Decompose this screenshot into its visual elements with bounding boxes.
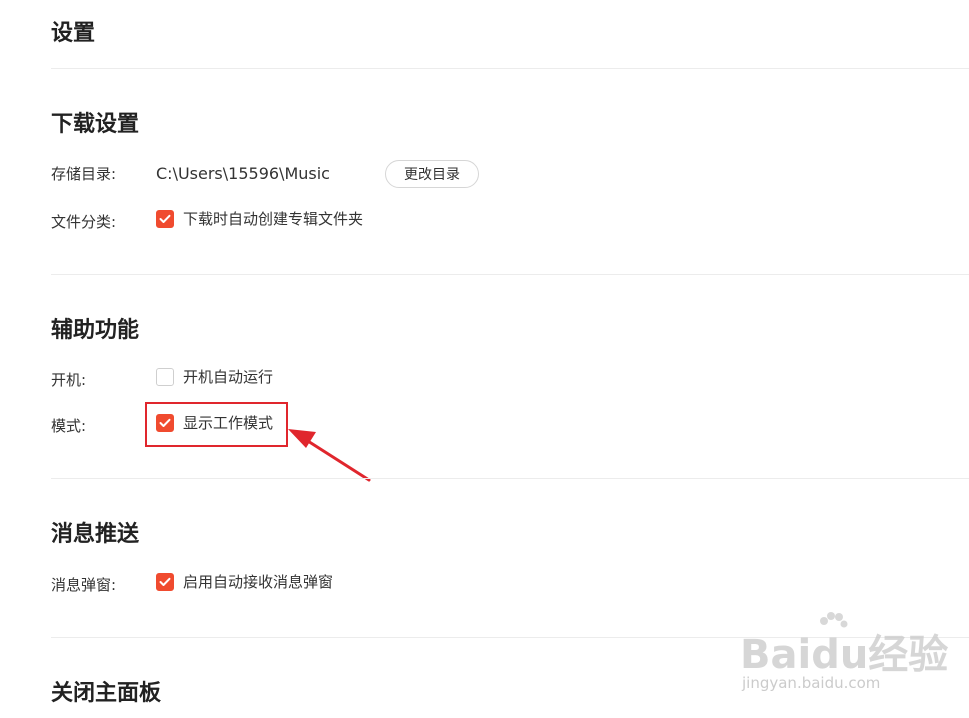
auto-popup-checkbox[interactable] (156, 573, 174, 591)
page-title: 设置 (51, 21, 96, 46)
file-category-label: 文件分类: (51, 213, 117, 231)
mode-label: 模式: (51, 417, 87, 435)
section-title-messages: 消息推送 (51, 522, 140, 547)
watermark-url: jingyan.baidu.com (742, 674, 881, 692)
section-title-assist: 辅助功能 (51, 318, 140, 343)
auto-album-folder-option[interactable]: 下载时自动创建专辑文件夹 (156, 208, 363, 230)
divider (51, 478, 969, 479)
startup-label: 开机: (51, 371, 87, 389)
annotation-arrow-icon (288, 429, 371, 482)
auto-album-folder-checkbox[interactable] (156, 210, 174, 228)
settings-page: 设置 下载设置 存储目录: C:\Users\15596\Music 更改目录 … (0, 0, 969, 718)
change-directory-button[interactable]: 更改目录 (385, 160, 479, 188)
storage-directory-path: C:\Users\15596\Music (156, 164, 330, 183)
watermark-logo: Baidu经验 (740, 632, 949, 678)
auto-popup-option[interactable]: 启用自动接收消息弹窗 (156, 571, 333, 593)
auto-album-folder-label: 下载时自动创建专辑文件夹 (183, 210, 364, 228)
auto-popup-label: 启用自动接收消息弹窗 (183, 573, 334, 591)
auto-start-option[interactable]: 开机自动运行 (156, 366, 273, 388)
divider (51, 68, 969, 69)
auto-start-checkbox[interactable] (156, 368, 174, 386)
storage-directory-label: 存储目录: (51, 165, 117, 183)
checkmark-icon (159, 214, 171, 223)
highlight-box (145, 402, 288, 447)
baidu-jingyan-watermark: Baidu经验 jingyan.baidu.com (740, 612, 948, 702)
checkmark-icon (159, 577, 171, 586)
section-title-close-panel: 关闭主面板 (51, 681, 162, 706)
divider (51, 274, 969, 275)
message-popup-label: 消息弹窗: (51, 576, 117, 594)
auto-start-label: 开机自动运行 (183, 368, 274, 386)
section-title-download: 下载设置 (51, 112, 140, 137)
